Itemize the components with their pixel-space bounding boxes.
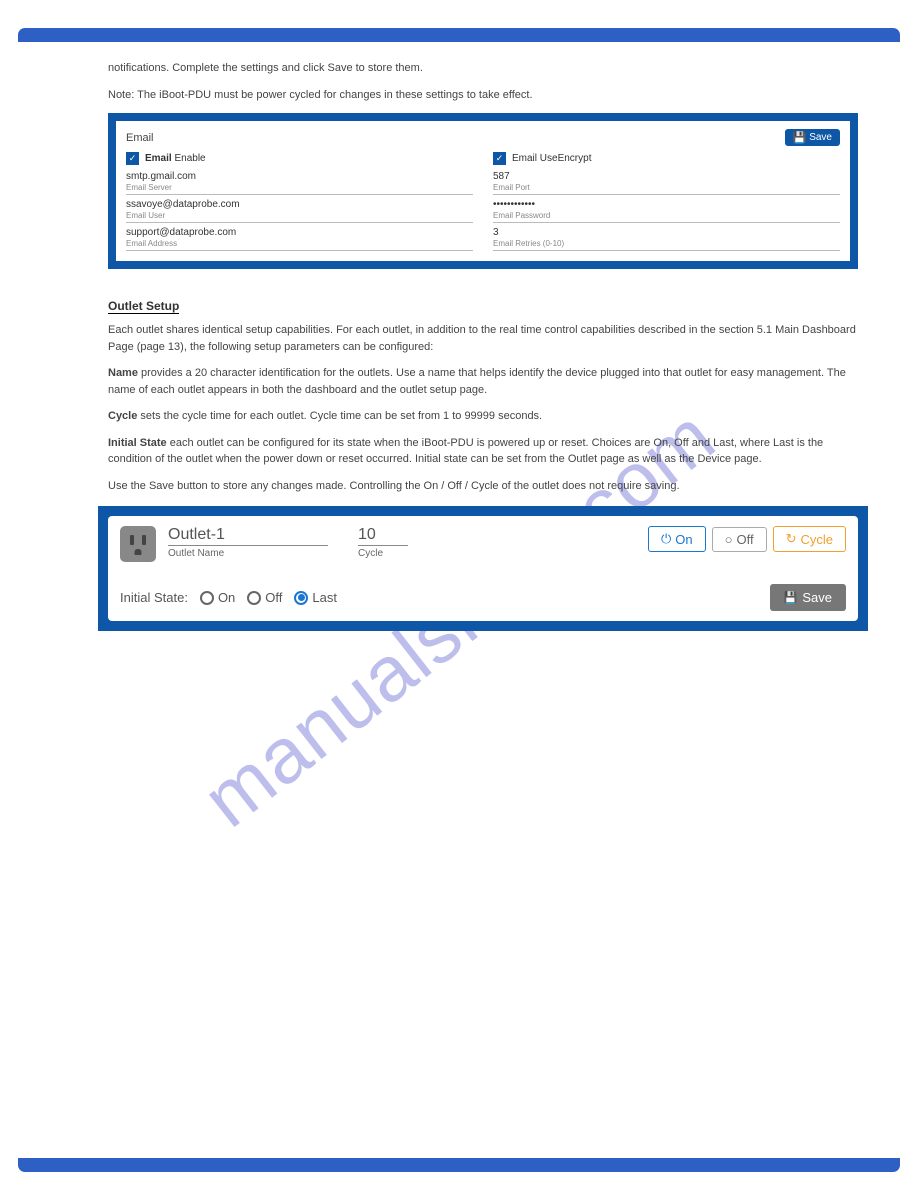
save-icon: 💾 <box>784 591 798 604</box>
cycle-icon: ↻ <box>786 531 797 547</box>
email-address-input[interactable]: support@dataprobe.com <box>126 227 473 238</box>
email-retries-label: Email Retries (0-10) <box>493 238 840 250</box>
intro-text: notifications. Complete the settings and… <box>108 60 858 103</box>
email-panel-title: Email <box>126 132 154 144</box>
email-enable-checkbox[interactable]: ✓ <box>126 152 139 165</box>
outlet-cycle-label: Cycle <box>358 548 408 559</box>
initial-state-label: Initial State: <box>120 590 188 605</box>
on-label: On <box>675 532 692 547</box>
email-password-input[interactable]: •••••••••••• <box>493 199 840 210</box>
outlet-para-4: Initial State each outlet can be configu… <box>108 435 858 468</box>
outlet-save-label: Save <box>802 590 832 605</box>
initial-state-on-radio[interactable]: On <box>200 590 235 605</box>
outlet-cycle-input[interactable]: 10 <box>358 526 408 546</box>
outlet-para-1: Each outlet shares identical setup capab… <box>108 322 858 355</box>
radio-off-label: Off <box>265 590 282 605</box>
email-panel: Email 💾 Save ✓ Email Email EnableEnable … <box>108 113 858 269</box>
outlet-icon <box>120 526 156 562</box>
radio-icon <box>200 591 214 605</box>
radio-icon <box>294 591 308 605</box>
radio-last-label: Last <box>312 590 337 605</box>
radio-on-label: On <box>218 590 235 605</box>
email-port-label: Email Port <box>493 182 840 194</box>
email-server-input[interactable]: smtp.gmail.com <box>126 171 473 182</box>
outlet-panel: Outlet-1 Outlet Name 10 Cycle ⏻ On ○ <box>98 506 868 631</box>
email-retries-input[interactable]: 3 <box>493 227 840 238</box>
outlet-name-input[interactable]: Outlet-1 <box>168 526 328 546</box>
email-encrypt-label: Email UseEncrypt <box>512 153 591 164</box>
initial-state-off-radio[interactable]: Off <box>247 590 282 605</box>
outlet-name-label: Outlet Name <box>168 548 328 559</box>
email-password-label: Email Password <box>493 210 840 222</box>
off-label: Off <box>736 532 753 547</box>
intro-line-2: Note: The iBoot-PDU must be power cycled… <box>108 87 858 104</box>
email-encrypt-checkbox[interactable]: ✓ <box>493 152 506 165</box>
outlet-on-button[interactable]: ⏻ On <box>648 526 706 552</box>
cycle-label: Cycle <box>800 532 833 547</box>
page-top-bar <box>18 28 900 42</box>
email-user-input[interactable]: ssavoye@dataprobe.com <box>126 199 473 210</box>
initial-state-last-radio[interactable]: Last <box>294 590 337 605</box>
outlet-setup-text: Each outlet shares identical setup capab… <box>108 322 858 494</box>
page-bottom-bar <box>18 1158 900 1172</box>
intro-line-1: notifications. Complete the settings and… <box>108 60 858 77</box>
email-server-label: Email Server <box>126 182 473 194</box>
outlet-off-button[interactable]: ○ Off <box>712 527 767 552</box>
outlet-save-button[interactable]: 💾 Save <box>770 584 846 611</box>
email-save-button[interactable]: 💾 Save <box>785 129 841 146</box>
outlet-cycle-button[interactable]: ↻ Cycle <box>773 526 846 552</box>
email-save-label: Save <box>809 132 832 143</box>
email-address-label: Email Address <box>126 238 473 250</box>
circle-icon: ○ <box>725 532 733 547</box>
outlet-para-2: Name provides a 20 character identificat… <box>108 365 858 398</box>
radio-icon <box>247 591 261 605</box>
email-port-input[interactable]: 587 <box>493 171 840 182</box>
outlet-setup-heading: Outlet Setup <box>108 299 179 314</box>
power-icon: ⏻ <box>661 531 671 547</box>
initial-state-group: Initial State: On Off Last <box>120 590 337 605</box>
save-icon: 💾 <box>793 131 807 144</box>
outlet-para-5: Use the Save button to store any changes… <box>108 478 858 495</box>
page-content: notifications. Complete the settings and… <box>108 60 858 631</box>
outlet-para-3: Cycle sets the cycle time for each outle… <box>108 408 858 425</box>
email-user-label: Email User <box>126 210 473 222</box>
